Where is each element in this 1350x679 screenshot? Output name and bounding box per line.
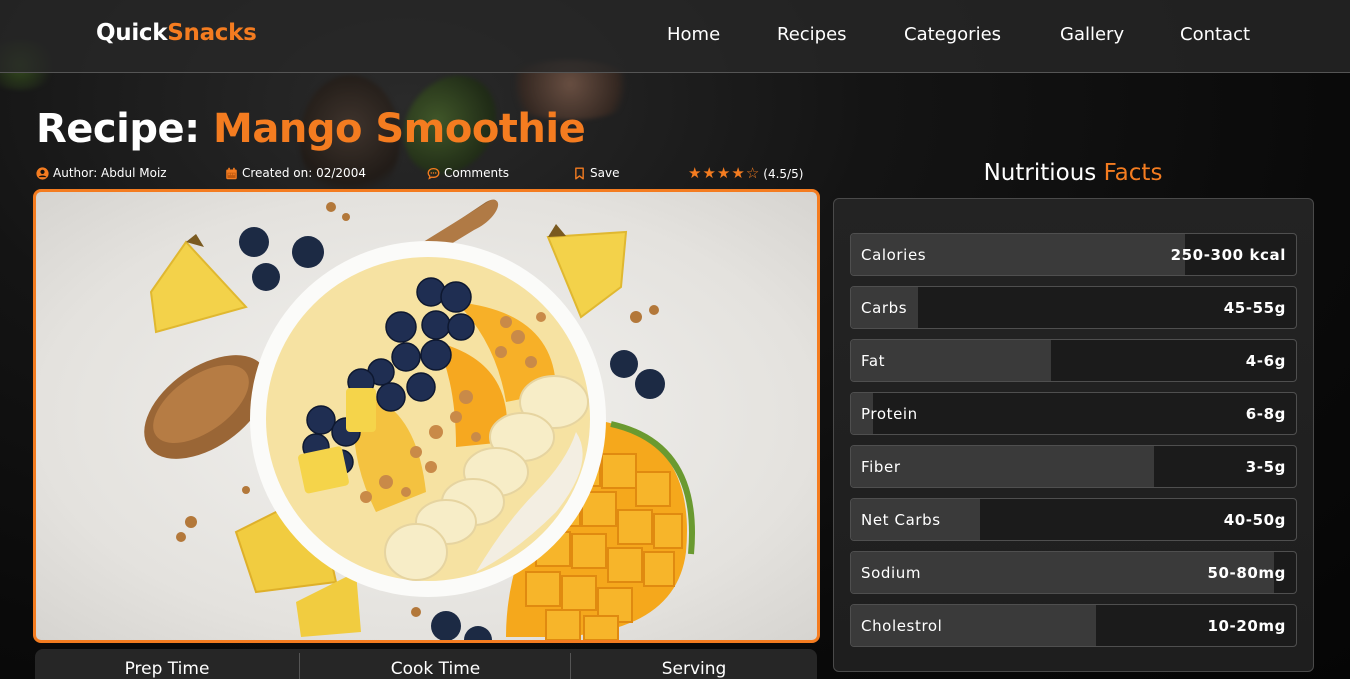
nutrition-value: 50-80mg bbox=[1207, 564, 1286, 582]
nutrition-heading-part-1: Nutritious bbox=[983, 160, 1097, 186]
smoothie-bowl bbox=[250, 241, 606, 597]
nutrition-value: 45-55g bbox=[1223, 299, 1286, 317]
nutrition-label: Calories bbox=[861, 246, 927, 264]
author-info[interactable]: Author: Abdul Moiz bbox=[36, 166, 167, 180]
rating-text: (4.5/5) bbox=[763, 166, 804, 181]
star-filled-icon: ★ bbox=[716, 164, 731, 182]
nav-home[interactable]: Home bbox=[667, 24, 720, 45]
star-filled-icon: ★ bbox=[702, 164, 716, 182]
nutrition-row-carbs: Carbs 45-55g bbox=[850, 286, 1297, 329]
title-prefix: Recipe: bbox=[36, 106, 200, 152]
rating: ★ ★ ★ ★ ☆ (4.5/5) bbox=[688, 166, 803, 181]
nutrition-value: 4-6g bbox=[1245, 352, 1286, 370]
save-button[interactable]: Save bbox=[573, 166, 619, 180]
created-info: Created on: 02/2004 bbox=[225, 166, 366, 180]
nutrition-heading-part-2: Facts bbox=[1103, 160, 1163, 186]
nutrition-label: Fat bbox=[861, 352, 886, 370]
nutrition-row-net-carbs: Net Carbs 40-50g bbox=[850, 498, 1297, 541]
nutrition-value: 10-20mg bbox=[1207, 617, 1286, 635]
page-title: Recipe: Mango Smoothie bbox=[36, 106, 586, 152]
user-circle-icon bbox=[36, 166, 49, 180]
nutrition-row-cholestrol: Cholestrol 10-20mg bbox=[850, 604, 1297, 647]
site-logo[interactable]: QuickSnacks bbox=[96, 20, 257, 46]
navbar: QuickSnacks Home Recipes Categories Gall… bbox=[0, 0, 1350, 73]
bookmark-icon bbox=[575, 167, 584, 179]
nav-gallery[interactable]: Gallery bbox=[1060, 24, 1124, 45]
nutrition-value: 6-8g bbox=[1245, 405, 1286, 423]
nutrition-row-fiber: Fiber 3-5g bbox=[850, 445, 1297, 488]
cook-time-label: Cook Time bbox=[390, 659, 481, 679]
nutrition-heading: Nutritious Facts bbox=[833, 160, 1313, 186]
nutrition-row-sodium: Sodium 50-80mg bbox=[850, 551, 1297, 594]
star-empty-icon: ☆ bbox=[745, 164, 760, 182]
nutrition-row-fat: Fat 4-6g bbox=[850, 339, 1297, 382]
calendar-icon bbox=[226, 167, 237, 179]
rating-stars: ★ ★ ★ ★ ☆ bbox=[688, 166, 759, 181]
prep-time-label: Prep Time bbox=[124, 659, 210, 679]
recipe-image bbox=[33, 189, 820, 643]
comment-icon bbox=[427, 167, 440, 180]
save-text: Save bbox=[590, 166, 620, 180]
nav-recipes[interactable]: Recipes bbox=[777, 24, 847, 45]
nutrition-value: 3-5g bbox=[1245, 458, 1286, 476]
comments-text: Comments bbox=[444, 166, 510, 180]
created-text: Created on: 02/2004 bbox=[242, 166, 366, 180]
nutrition-panel: Calories 250-300 kcal Carbs 45-55g Fat 4… bbox=[833, 198, 1314, 672]
nutrition-label: Sodium bbox=[861, 564, 922, 582]
recipe-name: Mango Smoothie bbox=[213, 106, 586, 152]
author-text: Author: Abdul Moiz bbox=[53, 166, 167, 180]
star-filled-icon: ★ bbox=[731, 164, 745, 182]
nutrition-label: Cholestrol bbox=[861, 617, 943, 635]
nutrition-row-calories: Calories 250-300 kcal bbox=[850, 233, 1297, 276]
nutrition-value: 40-50g bbox=[1223, 511, 1286, 529]
nav-categories[interactable]: Categories bbox=[904, 24, 1001, 45]
nutrition-label: Net Carbs bbox=[861, 511, 941, 529]
nutrition-label: Fiber bbox=[861, 458, 901, 476]
nav-contact[interactable]: Contact bbox=[1180, 24, 1250, 45]
nutrition-row-protein: Protein 6-8g bbox=[850, 392, 1297, 435]
star-filled-icon: ★ bbox=[688, 164, 702, 182]
mango-smoothie-bowl-photo bbox=[144, 199, 695, 640]
serving-label: Serving bbox=[661, 659, 727, 679]
nutrition-label: Carbs bbox=[861, 299, 908, 317]
logo-part-1: Quick bbox=[96, 20, 168, 46]
nutrition-value: 250-300 kcal bbox=[1170, 246, 1286, 264]
nutrition-label: Protein bbox=[861, 405, 918, 423]
recipe-meta: Author: Abdul Moiz Created on: 02/2004 C… bbox=[0, 166, 820, 182]
logo-part-2: Snacks bbox=[167, 20, 257, 46]
comments-link[interactable]: Comments bbox=[427, 166, 509, 180]
recipe-times: Prep Time Cook Time Serving bbox=[35, 649, 817, 679]
